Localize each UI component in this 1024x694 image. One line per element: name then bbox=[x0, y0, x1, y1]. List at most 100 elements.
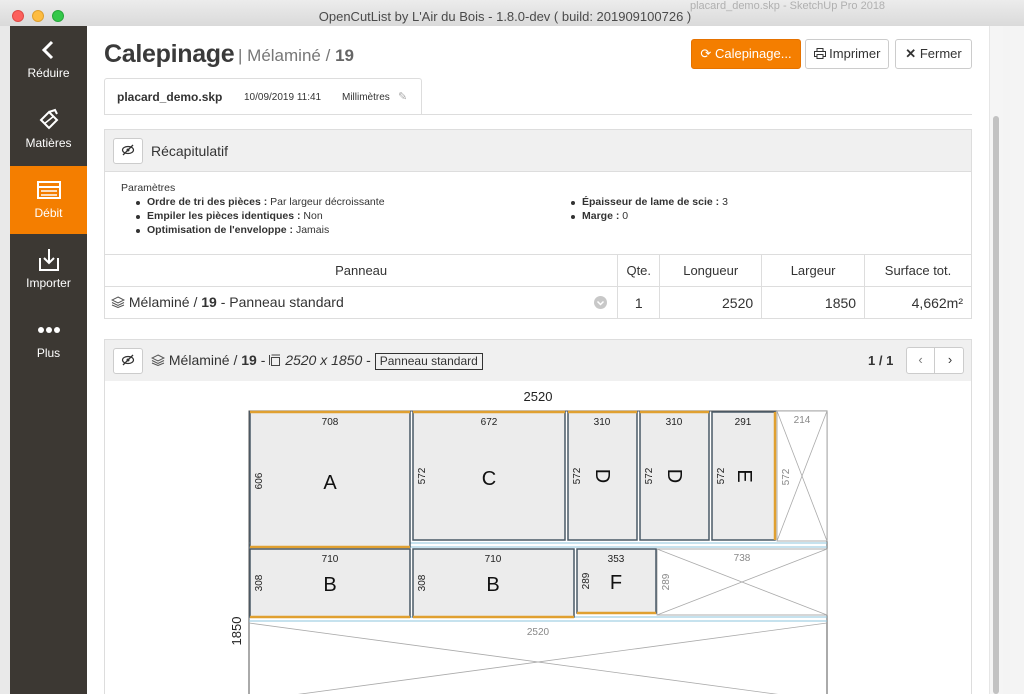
pagination-controls: ‹ › bbox=[906, 347, 964, 374]
param-value: Non bbox=[303, 210, 323, 222]
qty-cell: 1 bbox=[617, 286, 661, 319]
param-value: 0 bbox=[622, 210, 629, 222]
part-length: 710 bbox=[485, 554, 502, 565]
subtitle-slash: / bbox=[325, 46, 331, 65]
param-optimization: Optimisation de l'enveloppe : Jamais bbox=[147, 224, 329, 236]
print-button[interactable]: Imprimer bbox=[805, 39, 889, 69]
sidebar-item-label: Débit bbox=[34, 206, 63, 220]
sidebar-item-plus[interactable]: Plus bbox=[10, 306, 87, 374]
part-length: 310 bbox=[666, 417, 683, 428]
column-header: Surface tot. bbox=[864, 254, 972, 287]
calepinage-button-label: Calepinage... bbox=[714, 46, 792, 61]
params-title: Paramètres bbox=[121, 182, 176, 194]
part-length: 353 bbox=[608, 554, 625, 565]
part-width: 572 bbox=[716, 467, 727, 484]
panel-type-badge: Panneau standard bbox=[374, 353, 483, 370]
part-width: 308 bbox=[417, 574, 428, 591]
next-page-button[interactable]: › bbox=[936, 348, 964, 373]
part-length: 310 bbox=[594, 417, 611, 428]
part-d[interactable]: 310 572 D bbox=[639, 410, 710, 541]
chevron-left-icon: ‹ bbox=[918, 352, 923, 367]
material-icon bbox=[10, 106, 87, 134]
sidebar-item-reduire[interactable]: Réduire bbox=[10, 26, 87, 94]
sidebar-item-matieres[interactable]: Matières bbox=[10, 96, 87, 164]
part-e[interactable]: 291 572 E bbox=[711, 411, 777, 541]
param-stack: Empiler les pièces identiques : Non bbox=[147, 210, 323, 222]
sidebar-item-label: Plus bbox=[36, 346, 61, 360]
dash: - bbox=[366, 352, 371, 368]
eye-slash-icon bbox=[121, 143, 135, 158]
page-subtitle: | Mélaminé / 19 bbox=[238, 46, 354, 66]
sidebar-item-debit[interactable]: Débit bbox=[10, 166, 87, 234]
dimensions-icon bbox=[269, 352, 285, 368]
part-label: B bbox=[486, 574, 499, 596]
more-dots-icon bbox=[10, 316, 87, 344]
slash: / bbox=[233, 352, 238, 368]
sheet-title: Mélaminé / 19 - 2520 x 1850 - Panneau st… bbox=[150, 352, 483, 370]
toggle-summary-button[interactable] bbox=[113, 138, 143, 164]
part-length: 672 bbox=[481, 417, 498, 428]
sheet-material: Mélaminé bbox=[168, 352, 230, 368]
part-b[interactable]: 710 308 B bbox=[412, 548, 575, 619]
scrollbar-thumb[interactable] bbox=[993, 116, 999, 694]
sidebar-item-importer[interactable]: Importer bbox=[10, 236, 87, 304]
subtitle-separator: | bbox=[238, 46, 243, 65]
part-length: 710 bbox=[322, 554, 339, 565]
part-c[interactable]: 672 572 C bbox=[412, 410, 566, 541]
offcut-length: 214 bbox=[794, 415, 811, 426]
part-width: 572 bbox=[417, 467, 428, 484]
sheet-width-label: 1850 bbox=[229, 617, 244, 646]
toggle-sheet-button[interactable] bbox=[113, 348, 143, 374]
sidebar: Réduire Matières Débit Importer Plus bbox=[10, 26, 87, 694]
sheet-panel-header: Mélaminé / 19 - 2520 x 1850 - Panneau st… bbox=[104, 339, 972, 382]
chevron-right-icon: › bbox=[947, 352, 953, 367]
param-value: 3 bbox=[722, 196, 728, 208]
edit-pencil-icon[interactable]: ✎ bbox=[398, 90, 407, 103]
table-row[interactable]: Mélaminé / 19 - Panneau standard 1 2520 … bbox=[103, 286, 972, 319]
panel-type: Panneau standard bbox=[229, 293, 344, 310]
expand-down-icon[interactable] bbox=[594, 296, 608, 312]
panel-cell: Mélaminé / 19 - Panneau standard bbox=[103, 286, 619, 319]
print-button-label: Imprimer bbox=[829, 46, 881, 61]
subtitle-material: Mélaminé bbox=[247, 46, 321, 65]
calepinage-button[interactable]: ⟳ Calepinage... bbox=[691, 39, 801, 69]
part-b[interactable]: 710 308 B bbox=[249, 548, 411, 619]
part-label: B bbox=[323, 574, 336, 596]
close-button[interactable]: ✕ Fermer bbox=[895, 39, 972, 69]
column-header: Qte. bbox=[617, 254, 661, 287]
part-width: 572 bbox=[644, 467, 655, 484]
refresh-icon: ⟳ bbox=[700, 46, 712, 61]
dash: - bbox=[220, 293, 226, 310]
part-width: 572 bbox=[572, 467, 583, 484]
material-name: Mélaminé bbox=[128, 293, 190, 310]
bullet bbox=[571, 201, 575, 205]
left-backdrop bbox=[0, 26, 10, 694]
part-a[interactable]: 708 606 A bbox=[249, 410, 411, 549]
slash: / bbox=[193, 293, 198, 310]
file-name: placard_demo.skp bbox=[117, 90, 223, 104]
offcut-length: 2520 bbox=[527, 627, 550, 638]
main-content: Calepinage | Mélaminé / 19 ⟳ Calepinage.… bbox=[87, 26, 989, 694]
page-title: Calepinage bbox=[104, 40, 235, 68]
offcut-width: 572 bbox=[781, 468, 792, 485]
param-saw-kerf: Épaisseur de lame de scie : 3 bbox=[582, 196, 728, 208]
part-d[interactable]: 310 572 D bbox=[567, 410, 638, 541]
file-units: Millimètres bbox=[342, 92, 390, 103]
param-margin: Marge : 0 bbox=[582, 210, 628, 222]
part-length: 708 bbox=[322, 417, 339, 428]
param-label: Marge : bbox=[582, 210, 620, 222]
column-header: Longueur bbox=[659, 254, 763, 287]
part-f[interactable]: 353 289 F bbox=[576, 548, 657, 615]
sidebar-item-label: Réduire bbox=[27, 66, 70, 80]
part-label: D bbox=[663, 469, 685, 483]
sheet-dimensions: 2520 x 1850 bbox=[285, 352, 363, 368]
file-tab[interactable]: placard_demo.skp 10/09/2019 11:41 Millim… bbox=[104, 78, 422, 115]
param-label: Épaisseur de lame de scie : bbox=[582, 196, 720, 208]
param-label: Empiler les pièces identiques : bbox=[147, 210, 301, 222]
close-button-label: Fermer bbox=[919, 46, 962, 61]
prev-page-button[interactable]: ‹ bbox=[907, 348, 935, 373]
bullet bbox=[136, 201, 140, 205]
area-cell: 4,662m² bbox=[864, 286, 972, 319]
summary-table: Panneau Qte. Longueur Largeur Surface to… bbox=[103, 254, 972, 319]
app-window: placard_demo.skp - SketchUp Pro 2018 Ope… bbox=[0, 0, 1024, 694]
